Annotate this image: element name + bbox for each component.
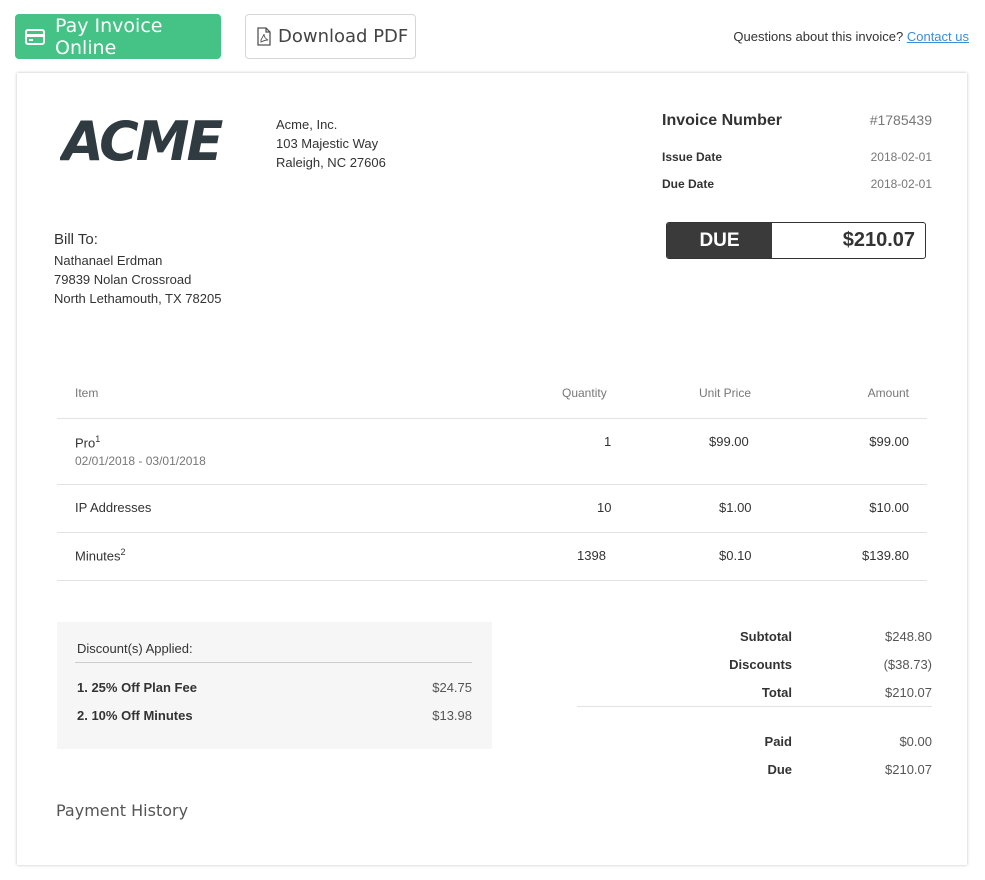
pay-invoice-button[interactable]: Pay Invoice Online [15,14,221,59]
item-name: IP Addresses [75,500,152,515]
item-unit-price: $99.00 [709,434,749,449]
paid-value: $0.00 [899,734,932,749]
item-period: 02/01/2018 - 03/01/2018 [75,454,206,468]
quantity-column-header: Quantity [562,386,607,400]
customer-name: Nathanael Erdman [54,253,163,268]
discounts-label: Discounts [729,657,792,672]
item-name: Pro1 [75,434,101,451]
discount-amount: $13.98 [432,708,472,723]
discounts-value: ($38.73) [883,657,932,672]
due-amount: $210.07 [842,229,915,251]
discounts-divider [75,662,472,663]
seller-address-line1: 103 Majestic Way [276,136,379,151]
item-name: Minutes2 [75,547,126,564]
item-quantity: 1 [604,434,612,449]
questions-text: Questions about this invoice? [733,29,904,44]
table-row: Minutes2 1398 $0.10 $139.80 [57,533,927,581]
invoice-meta: Invoice Number #1785439 Issue Date 2018-… [662,111,932,191]
due-date: 2018-02-01 [870,177,932,191]
questions-note: Questions about this invoice? Contact us [733,29,969,44]
table-row: IP Addresses 10 $1.00 $10.00 [57,485,927,533]
subtotal-value: $248.80 [885,629,932,644]
item-column-header: Item [75,386,99,400]
contact-us-link[interactable]: Contact us [907,29,969,44]
due-value: $210.07 [885,762,932,777]
due-badge: DUE [667,223,772,258]
discount-item: 2. 10% Off Minutes [77,708,193,723]
due-label: Due [767,762,792,777]
line-items-table: Item Quantity Unit Price Amount Pro1 02/… [57,373,927,581]
discounts-title: Discount(s) Applied: [77,641,193,656]
discount-amount: $24.75 [432,680,472,695]
seller-name: Acme, Inc. [276,117,338,132]
invoice-number: #1785439 [869,112,932,128]
total-value: $210.07 [885,685,932,700]
bill-to-label: Bill To: [54,231,98,248]
discount-item: 1. 25% Off Plan Fee [77,680,197,695]
download-pdf-button[interactable]: Download PDF [245,14,416,59]
totals-divider [577,706,932,707]
item-amount: $139.80 [862,548,909,563]
pay-invoice-label: Pay Invoice Online [55,14,163,59]
issue-date: 2018-02-01 [870,150,932,164]
item-amount: $10.00 [869,500,909,515]
issue-date-label: Issue Date [662,150,723,164]
due-date-label: Due Date [662,177,715,191]
download-pdf-label: Download PDF [278,26,409,47]
acme-logo: ACME [58,110,260,173]
amount-column-header: Amount [867,386,909,400]
paid-label: Paid [764,734,792,749]
pdf-file-icon [256,27,272,46]
item-unit-price: $1.00 [719,500,752,515]
item-amount: $99.00 [869,434,909,449]
customer-address-line1: 79839 Nolan Crossroad [54,272,192,287]
customer-address-line2: North Lethamouth, TX 78205 [54,291,222,306]
payment-history-link[interactable]: Payment History [56,801,188,820]
amount-due-box: DUE $210.07 [666,222,926,259]
discounts-panel: Discount(s) Applied: 1. 25% Off Plan Fee… [57,622,492,749]
seller-address: Acme, Inc. 103 Majestic Way Raleigh, NC … [276,115,386,172]
logo-text: ACME [60,113,223,167]
invoice-number-label: Invoice Number [662,112,783,129]
table-row: Pro1 02/01/2018 - 03/01/2018 1 $99.00 $9… [57,419,927,485]
subtotal-label: Subtotal [740,629,792,644]
item-quantity: 10 [597,500,612,515]
credit-card-icon [25,28,45,45]
bill-to: Bill To: Nathanael Erdman 79839 Nolan Cr… [54,231,221,308]
seller-address-line2: Raleigh, NC 27606 [276,155,386,170]
invoice-card: ACME Acme, Inc. 103 Majestic Way Raleigh… [17,73,967,865]
item-quantity: 1398 [577,548,606,563]
item-unit-price: $0.10 [719,548,752,563]
unit-price-column-header: Unit Price [699,386,752,400]
table-header: Item Quantity Unit Price Amount [57,373,927,419]
total-label: Total [761,685,792,700]
